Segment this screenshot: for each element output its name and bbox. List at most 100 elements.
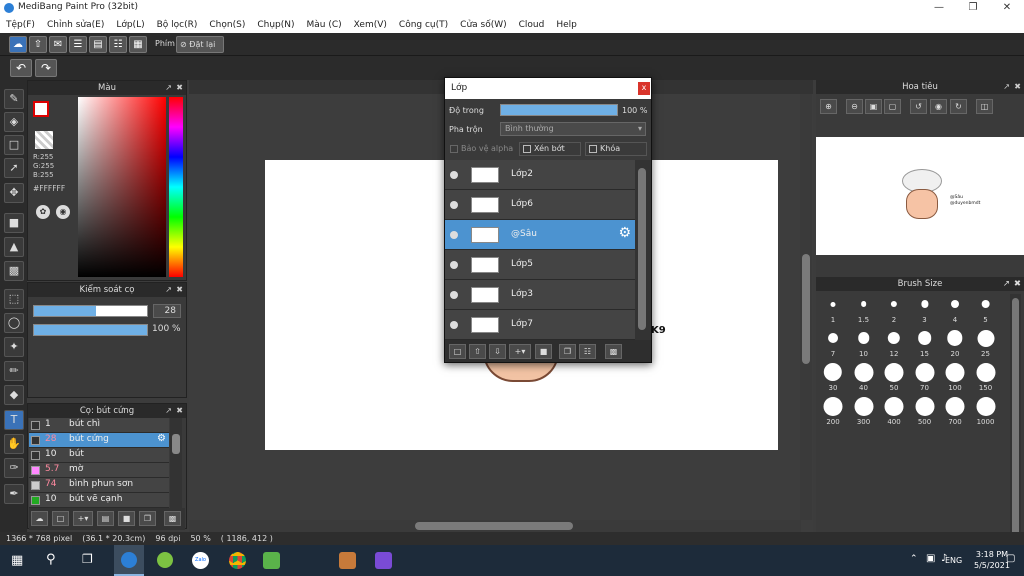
add-layer-menu-icon[interactable]: +▾	[509, 344, 531, 359]
brush-size-option[interactable]: 400	[879, 394, 909, 427]
rotate-right-icon[interactable]: ↻	[950, 99, 967, 114]
brush-list-item[interactable]: 10 bút vẽ cạnh	[29, 493, 169, 508]
brush-size-option[interactable]: 1000	[971, 394, 1001, 427]
eye-icon[interactable]	[450, 321, 458, 329]
transparent-swatch[interactable]	[35, 131, 53, 149]
clock[interactable]: 3:18 PM 5/5/2021	[974, 549, 1010, 571]
close-panel-icon[interactable]: ✖	[176, 283, 183, 297]
fill-rect-tool-icon[interactable]: ■	[4, 213, 24, 233]
brush-size-input[interactable]: 28	[153, 304, 181, 318]
brush-size-option[interactable]: 100	[940, 360, 970, 393]
brush-list-item[interactable]: 74 bình phun sơn	[29, 478, 169, 493]
notification-icon[interactable]: ▢	[1006, 553, 1015, 564]
new-layer-down-icon[interactable]: ⇩	[489, 344, 506, 359]
undo-button[interactable]: ↶	[10, 59, 32, 77]
close-panel-icon[interactable]: ✖	[1014, 80, 1021, 94]
brush-size-scrollbar[interactable]	[1010, 294, 1021, 544]
close-panel-icon[interactable]: ✖	[176, 81, 183, 95]
gear-icon[interactable]: ⚙	[618, 225, 631, 241]
zalo-taskbar-icon[interactable]: Zalo	[192, 552, 209, 569]
close-layer-panel-button[interactable]: x	[638, 82, 650, 95]
navigator-preview[interactable]: @Sâu @duyenbmdt	[816, 137, 1024, 255]
merge-layer-icon[interactable]: ☷	[579, 344, 596, 359]
game-taskbar-icon-3[interactable]	[375, 552, 392, 569]
clip-checkbox[interactable]: Xén bớt	[519, 142, 581, 156]
app-taskbar-icon-2[interactable]	[157, 552, 173, 568]
reset-rotate-icon[interactable]: ◉	[930, 99, 947, 114]
brush-list-item[interactable]: 5.7 mờ	[29, 463, 169, 478]
flip-icon[interactable]: ◫	[976, 99, 993, 114]
share-icon[interactable]: ⇧	[29, 36, 47, 53]
saturation-value-picker[interactable]	[78, 97, 166, 277]
eye-icon[interactable]	[450, 231, 458, 239]
brush-size-option[interactable]: 40	[849, 360, 879, 393]
vertical-scrollbar[interactable]	[800, 94, 812, 520]
brush-size-option[interactable]: 2	[879, 292, 909, 325]
delete-layer-icon[interactable]: ▩	[605, 344, 622, 359]
eye-icon[interactable]	[450, 261, 458, 269]
layer-row[interactable]: Lớp6	[445, 190, 635, 220]
undock-icon[interactable]: ↗	[1003, 80, 1010, 94]
actual-size-icon[interactable]: ▢	[884, 99, 901, 114]
select-rect-icon[interactable]: ⬚	[4, 289, 24, 309]
undock-icon[interactable]: ↗	[165, 404, 172, 418]
close-panel-icon[interactable]: ✖	[1014, 277, 1021, 291]
maximize-icon[interactable]: ❐	[956, 0, 990, 16]
gradient-tool-icon[interactable]: ▩	[4, 261, 24, 281]
line-tool-icon[interactable]: ➚	[4, 158, 24, 178]
brush-size-option[interactable]: 12	[879, 326, 909, 359]
undock-icon[interactable]: ↗	[165, 283, 172, 297]
add-brush-icon[interactable]: +▾	[73, 511, 93, 526]
scroll-thumb[interactable]	[1012, 298, 1019, 540]
game-taskbar-icon-2[interactable]	[339, 552, 356, 569]
brush-list-item[interactable]: 28 bút cứng ⚙	[29, 433, 169, 448]
protect-alpha-checkbox[interactable]: Bảo vệ alpha	[450, 144, 513, 153]
document-icon[interactable]: ▤	[89, 36, 107, 53]
eyedropper-icon[interactable]: ✑	[4, 458, 24, 478]
brush-size-option[interactable]: 10	[849, 326, 879, 359]
menu-item[interactable]: Bộ lọc(R)	[157, 20, 198, 30]
layer-row[interactable]: Lớp5	[445, 250, 635, 280]
menu-item[interactable]: Xem(V)	[354, 20, 387, 30]
brush-size-option[interactable]: 200	[818, 394, 848, 427]
layer-row[interactable]: Lớp7	[445, 310, 635, 340]
brush-size-option[interactable]: 300	[849, 394, 879, 427]
eye-icon[interactable]	[450, 291, 458, 299]
network-icon[interactable]: ▣	[926, 553, 935, 564]
gear-icon[interactable]: ⚙	[157, 433, 166, 444]
eraser-tool-icon[interactable]: ◈	[4, 112, 24, 132]
message-icon[interactable]: ☰	[69, 36, 87, 53]
undock-icon[interactable]: ↗	[165, 81, 172, 95]
tray-chevron-icon[interactable]: ⌃	[910, 554, 918, 564]
brush-size-option[interactable]: 3	[910, 292, 940, 325]
brush-size-slider[interactable]	[33, 305, 148, 317]
brush-list-scrollbar[interactable]	[170, 418, 182, 508]
eye-icon[interactable]	[450, 201, 458, 209]
brush-size-option[interactable]: 1	[818, 292, 848, 325]
brush-size-option[interactable]: 7	[818, 326, 848, 359]
layer-opacity-slider[interactable]	[500, 104, 618, 116]
move-tool-icon[interactable]: ✥	[4, 183, 24, 203]
list-icon[interactable]: ☷	[109, 36, 127, 53]
redo-button[interactable]: ↷	[35, 59, 57, 77]
select-pen-icon[interactable]: ✏	[4, 361, 24, 381]
brush-size-option[interactable]: 1.5	[849, 292, 879, 325]
brush-size-option[interactable]: 30	[818, 360, 848, 393]
brush-size-option[interactable]: 25	[971, 326, 1001, 359]
medibang-taskbar-icon[interactable]	[114, 545, 144, 576]
brush-list-item[interactable]: 1 bút chì	[29, 418, 169, 433]
language-indicator[interactable]: ENG	[945, 556, 962, 565]
brush-settings-icon[interactable]: ▤	[97, 511, 114, 526]
brush-size-option[interactable]: 4	[940, 292, 970, 325]
minimize-icon[interactable]: —	[922, 0, 956, 16]
brush-opacity-slider[interactable]	[33, 324, 148, 336]
layer-folder-icon[interactable]: ■	[535, 344, 552, 359]
duplicate-icon[interactable]: ❐	[139, 511, 156, 526]
hand-tool-icon[interactable]: ✋	[4, 434, 24, 454]
cloud-brush-icon[interactable]: ☁	[31, 511, 48, 526]
zoom-out-icon[interactable]: ⊖	[846, 99, 863, 114]
zoom-in-icon[interactable]: ⊕	[820, 99, 837, 114]
new-brush-icon[interactable]: □	[52, 511, 69, 526]
color-picker-icon[interactable]: ◉	[56, 205, 70, 219]
brush-tool-icon[interactable]: ✎	[4, 89, 24, 109]
